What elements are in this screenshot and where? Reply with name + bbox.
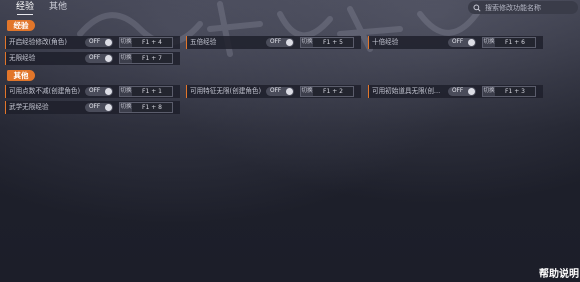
section-header-experience: 经验 <box>7 20 35 31</box>
hotkey-action: 切换 <box>483 38 495 47</box>
option-row-experience-modify: 开启经验修改(角色) OFF 切换 F1 + 4 <box>5 36 180 49</box>
search-box[interactable]: 搜索修改功能名称 <box>468 1 578 14</box>
hotkey-action: 切换 <box>301 38 313 47</box>
hotkey-box[interactable]: 切换 F1 + 3 <box>482 86 536 97</box>
toggle-knob <box>468 39 475 46</box>
active-tab-indicator <box>17 14 33 15</box>
option-label: 无限经验 <box>9 54 36 62</box>
option-label: 五倍经验 <box>190 38 217 46</box>
hotkey-box[interactable]: 切换 F1 + 8 <box>119 102 173 113</box>
option-row-martial-arts-infinite-exp: 武学无限经验 OFF 切换 F1 + 8 <box>5 101 180 114</box>
hotkey-combo: F1 + 6 <box>505 39 525 46</box>
hotkey-action: 切换 <box>120 103 132 112</box>
toggle-knob <box>468 88 475 95</box>
option-label: 武学无限经验 <box>9 103 49 111</box>
hotkey-combo: F1 + 5 <box>323 39 343 46</box>
option-toggle[interactable]: OFF <box>266 38 294 47</box>
option-toggle[interactable]: OFF <box>85 103 113 112</box>
option-label: 可用初始道具无限(创... <box>372 87 441 95</box>
hotkey-box[interactable]: 切换 F1 + 6 <box>482 37 536 48</box>
hotkey-box[interactable]: 切换 F1 + 1 <box>119 86 173 97</box>
option-toggle[interactable]: OFF <box>448 87 476 96</box>
option-row-ten-times-exp: 十倍经验 OFF 切换 F1 + 6 <box>368 36 543 49</box>
top-bar: 经验 其他 搜索修改功能名称 <box>0 0 580 15</box>
hotkey-combo: F1 + 1 <box>142 88 162 95</box>
toggle-knob <box>105 88 112 95</box>
toggle-knob <box>105 55 112 62</box>
hotkey-action: 切换 <box>483 87 495 96</box>
hotkey-box[interactable]: 切换 F1 + 7 <box>119 53 173 64</box>
option-toggle[interactable]: OFF <box>85 38 113 47</box>
hotkey-box[interactable]: 切换 F1 + 4 <box>119 37 173 48</box>
hotkey-action: 切换 <box>120 87 132 96</box>
hotkey-box[interactable]: 切换 F1 + 5 <box>300 37 354 48</box>
help-link[interactable]: 帮助说明 <box>539 268 579 282</box>
option-row-points-no-decrease: 可用点数不减(创建角色) OFF 切换 F1 + 1 <box>5 85 180 98</box>
option-row-infinite-starting-items: 可用初始道具无限(创... OFF 切换 F1 + 3 <box>368 85 543 98</box>
search-input[interactable]: 搜索修改功能名称 <box>485 3 541 13</box>
hotkey-action: 切换 <box>301 87 313 96</box>
hotkey-combo: F1 + 3 <box>505 88 525 95</box>
search-icon <box>473 3 481 12</box>
toggle-knob <box>105 104 112 111</box>
hotkey-combo: F1 + 7 <box>142 55 162 62</box>
option-row-infinite-exp: 无限经验 OFF 切换 F1 + 7 <box>5 52 180 65</box>
toggle-knob <box>286 39 293 46</box>
option-toggle[interactable]: OFF <box>85 54 113 63</box>
option-label: 开启经验修改(角色) <box>9 38 67 46</box>
tab-experience[interactable]: 经验 <box>16 1 34 13</box>
option-row-five-times-exp: 五倍经验 OFF 切换 F1 + 5 <box>186 36 361 49</box>
option-toggle[interactable]: OFF <box>266 87 294 96</box>
hotkey-action: 切换 <box>120 54 132 63</box>
hotkey-action: 切换 <box>120 38 132 47</box>
hotkey-combo: F1 + 8 <box>142 104 162 111</box>
option-label: 可用点数不减(创建角色) <box>9 87 81 95</box>
hotkey-combo: F1 + 4 <box>142 39 162 46</box>
option-label: 可用特征无限(创建角色) <box>190 87 262 95</box>
option-label: 十倍经验 <box>372 38 399 46</box>
tab-other[interactable]: 其他 <box>49 1 67 13</box>
hotkey-box[interactable]: 切换 F1 + 2 <box>300 86 354 97</box>
section-header-other: 其他 <box>7 70 35 81</box>
option-row-infinite-traits: 可用特征无限(创建角色) OFF 切换 F1 + 2 <box>186 85 361 98</box>
toggle-knob <box>286 88 293 95</box>
toggle-knob <box>105 39 112 46</box>
option-toggle[interactable]: OFF <box>85 87 113 96</box>
option-toggle[interactable]: OFF <box>448 38 476 47</box>
hotkey-combo: F1 + 2 <box>323 88 343 95</box>
